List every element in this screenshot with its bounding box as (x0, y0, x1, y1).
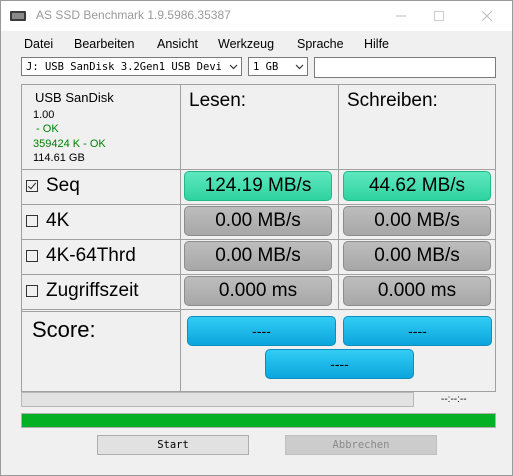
write-column-header: Schreiben: (347, 90, 438, 111)
alignment-status: 359424 K - OK (33, 138, 106, 150)
minimize-button[interactable] (381, 1, 421, 31)
seq-write-result: 44.62 MB/s (343, 171, 491, 201)
grid-divider (22, 204, 495, 205)
checkbox-unchecked[interactable] (26, 285, 38, 297)
menu-bar: Datei Bearbeiten Ansicht Werkzeug Sprach… (1, 35, 512, 55)
menu-bearbeiten[interactable]: Bearbeiten (74, 37, 134, 51)
4k64-read-result: 0.00 MB/s (184, 241, 332, 271)
menu-sprache[interactable]: Sprache (297, 37, 344, 51)
maximize-button[interactable] (419, 1, 459, 31)
test-4k[interactable]: 4K (26, 210, 69, 232)
app-window: AS SSD Benchmark 1.9.5986.35387 Datei Be… (0, 0, 513, 476)
test-label: Seq (46, 175, 80, 196)
seq-read-result: 124.19 MB/s (184, 171, 332, 201)
blank-input-field[interactable] (314, 57, 496, 78)
drive-name: USB SanDisk (35, 90, 114, 105)
access-write-result: 0.000 ms (343, 276, 491, 306)
app-logo-icon (10, 11, 26, 21)
window-title: AS SSD Benchmark 1.9.5986.35387 (36, 8, 231, 22)
test-seq[interactable]: Seq (26, 175, 80, 197)
test-progress-bar (21, 392, 414, 407)
chevron-down-icon (229, 64, 238, 70)
driver-status: - OK (33, 123, 59, 135)
test-label: Zugriffszeit (46, 280, 139, 301)
grid-divider (22, 169, 495, 170)
grid-divider (180, 310, 181, 391)
results-panel: USB SanDisk 1.00 - OK 359424 K - OK 114.… (21, 84, 496, 392)
menu-datei[interactable]: Datei (24, 37, 53, 51)
overall-progress-bar (21, 413, 496, 428)
score-write: ---- (343, 316, 492, 346)
chevron-down-icon (295, 64, 304, 70)
test-label: 4K-64Thrd (46, 245, 136, 266)
4k64-write-result: 0.00 MB/s (343, 241, 491, 271)
score-total: ---- (265, 349, 414, 379)
grid-divider (180, 85, 181, 310)
score-label: Score: (32, 317, 96, 342)
overall-progress-fill (22, 414, 495, 427)
read-column-header: Lesen: (189, 90, 247, 111)
drive-capacity: 114.61 GB (33, 152, 85, 164)
test-label: 4K (46, 210, 70, 231)
maximize-icon (434, 11, 444, 21)
menu-werkzeug[interactable]: Werkzeug (218, 37, 274, 51)
test-access-time[interactable]: Zugriffszeit (26, 280, 139, 302)
4k-write-result: 0.00 MB/s (343, 206, 491, 236)
size-select[interactable]: 1 GB (248, 57, 308, 76)
menu-hilfe[interactable]: Hilfe (364, 37, 389, 51)
checkbox-checked[interactable] (26, 180, 38, 192)
drive-select-value: J: USB SanDisk 3.2Gen1 USB Devi (26, 61, 221, 73)
grid-divider (338, 85, 339, 310)
grid-divider (22, 311, 180, 312)
drive-select[interactable]: J: USB SanDisk 3.2Gen1 USB Devi (21, 57, 242, 76)
drive-firmware: 1.00 (33, 109, 55, 121)
menu-ansicht[interactable]: Ansicht (157, 37, 198, 51)
close-button[interactable] (467, 1, 507, 31)
test-4k-64thrd[interactable]: 4K-64Thrd (26, 245, 136, 267)
checkbox-unchecked[interactable] (26, 215, 38, 227)
minimize-icon (396, 15, 406, 17)
checkbox-unchecked[interactable] (26, 250, 38, 262)
4k-read-result: 0.00 MB/s (184, 206, 332, 236)
start-button[interactable]: Start (97, 435, 249, 455)
close-icon (482, 11, 492, 21)
size-select-value: 1 GB (253, 61, 279, 73)
grid-divider (22, 274, 495, 275)
score-read: ---- (187, 316, 336, 346)
abort-button[interactable]: Abbrechen (285, 435, 437, 455)
title-bar: AS SSD Benchmark 1.9.5986.35387 (1, 1, 512, 31)
elapsed-time: --:--:-- (441, 394, 467, 405)
access-read-result: 0.000 ms (184, 276, 332, 306)
grid-divider (22, 239, 495, 240)
grid-divider (22, 309, 495, 310)
